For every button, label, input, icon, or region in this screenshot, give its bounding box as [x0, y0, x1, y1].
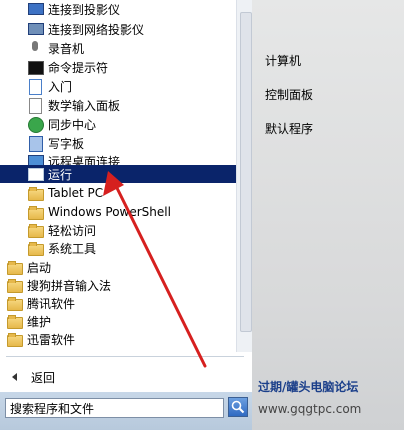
menu-item-label: 录音机 — [48, 41, 85, 56]
command-prompt-icon — [27, 59, 44, 75]
right-item-computer[interactable]: 计算机 — [265, 52, 301, 69]
back-button-label: 返回 — [31, 370, 56, 385]
math-input-icon — [27, 97, 43, 114]
search-input[interactable]: 搜索程序和文件 — [5, 398, 224, 418]
menu-item-folder-xunlei[interactable]: 迅雷软件 — [0, 330, 242, 348]
right-item-control-panel[interactable]: 控制面板 — [265, 86, 313, 103]
folder-icon — [27, 240, 44, 256]
menu-item-label: 迅雷软件 — [27, 332, 76, 347]
run-icon — [27, 166, 44, 182]
scrollbar-thumb[interactable] — [240, 12, 252, 332]
menu-item-folder-sogou-input[interactable]: 搜狗拼音输入法 — [0, 276, 242, 294]
menu-item-folder-powershell[interactable]: Windows PowerShell — [0, 203, 263, 221]
right-item-default-programs[interactable]: 默认程序 — [265, 120, 313, 137]
back-arrow-icon — [12, 373, 17, 381]
menu-item-getting-started[interactable]: 入门 — [0, 77, 263, 95]
folder-icon — [6, 331, 23, 347]
network-projector-icon — [27, 21, 44, 37]
all-programs-panel: 连接到投影仪 连接到网络投影仪 录音机 命令提示符 入门 数学输入面板 同步中心 — [0, 0, 253, 362]
menu-item-label: 连接到网络投影仪 — [48, 22, 145, 37]
folder-icon — [6, 313, 23, 329]
menu-item-sync-center[interactable]: 同步中心 — [0, 115, 263, 133]
menu-item-folder-maintenance[interactable]: 维护 — [0, 312, 242, 330]
menu-item-command-prompt[interactable]: 命令提示符 — [0, 58, 263, 76]
menu-item-label: 同步中心 — [48, 117, 97, 132]
menu-item-folder-system-tools[interactable]: 系统工具 — [0, 239, 263, 257]
menu-item-wordpad[interactable]: 写字板 — [0, 134, 263, 152]
menu-item-label: 腾讯软件 — [27, 296, 76, 311]
menu-item-label: 启动 — [27, 260, 52, 275]
menu-item-run[interactable]: 运行 — [0, 165, 236, 183]
folder-icon — [6, 295, 23, 311]
microphone-icon — [27, 40, 43, 56]
menu-item-label: 系统工具 — [48, 241, 97, 256]
folder-icon — [6, 259, 23, 275]
menu-item-connect-network-projector[interactable]: 连接到网络投影仪 — [0, 20, 263, 38]
menu-item-label: 连接到投影仪 — [48, 2, 121, 17]
menu-item-folder-tablet-pc[interactable]: Tablet PC — [0, 184, 263, 202]
menu-item-label: 维护 — [27, 314, 52, 329]
menu-item-folder-startup[interactable]: 启动 — [0, 258, 242, 276]
folder-icon — [27, 222, 44, 238]
menu-item-folder-tencent[interactable]: 腾讯软件 — [0, 294, 242, 312]
menu-item-label: 命令提示符 — [48, 60, 109, 75]
search-button[interactable] — [228, 397, 248, 417]
menu-item-math-input[interactable]: 数学输入面板 — [0, 96, 263, 114]
menu-item-label: 入门 — [48, 79, 73, 94]
menu-item-label: Tablet PC — [48, 186, 104, 200]
right-panel: 计算机 控制面板 默认程序 过期/罐头电脑论坛 www.gqgtpc.com — [252, 0, 404, 430]
folder-icon — [27, 185, 44, 201]
getting-started-icon — [27, 78, 43, 95]
menu-item-sound-recorder[interactable]: 录音机 — [0, 39, 263, 57]
divider — [6, 356, 244, 357]
menu-item-label: 写字板 — [48, 136, 85, 151]
folder-icon — [27, 204, 44, 220]
search-bar: 搜索程序和文件 — [0, 392, 252, 430]
watermark-url: www.gqgtpc.com — [258, 402, 362, 416]
program-list-scrollbar[interactable] — [236, 0, 253, 352]
menu-item-label: 数学输入面板 — [48, 98, 121, 113]
menu-item-label: 轻松访问 — [48, 223, 97, 238]
sync-center-icon — [27, 116, 44, 133]
back-button[interactable]: 返回 — [0, 362, 252, 392]
menu-item-label: 搜狗拼音输入法 — [27, 278, 112, 293]
search-icon — [231, 400, 245, 414]
menu-item-connect-projector[interactable]: 连接到投影仪 — [0, 0, 263, 18]
projector-icon — [27, 1, 44, 17]
watermark-text: 过期/罐头电脑论坛 — [258, 380, 359, 394]
menu-item-folder-ease-of-access[interactable]: 轻松访问 — [0, 221, 263, 239]
menu-item-label: 运行 — [48, 167, 73, 182]
wordpad-icon — [27, 135, 43, 152]
menu-item-label: Windows PowerShell — [48, 205, 171, 219]
folder-icon — [6, 277, 23, 293]
program-list: 连接到投影仪 连接到网络投影仪 录音机 命令提示符 入门 数学输入面板 同步中心 — [0, 0, 236, 354]
